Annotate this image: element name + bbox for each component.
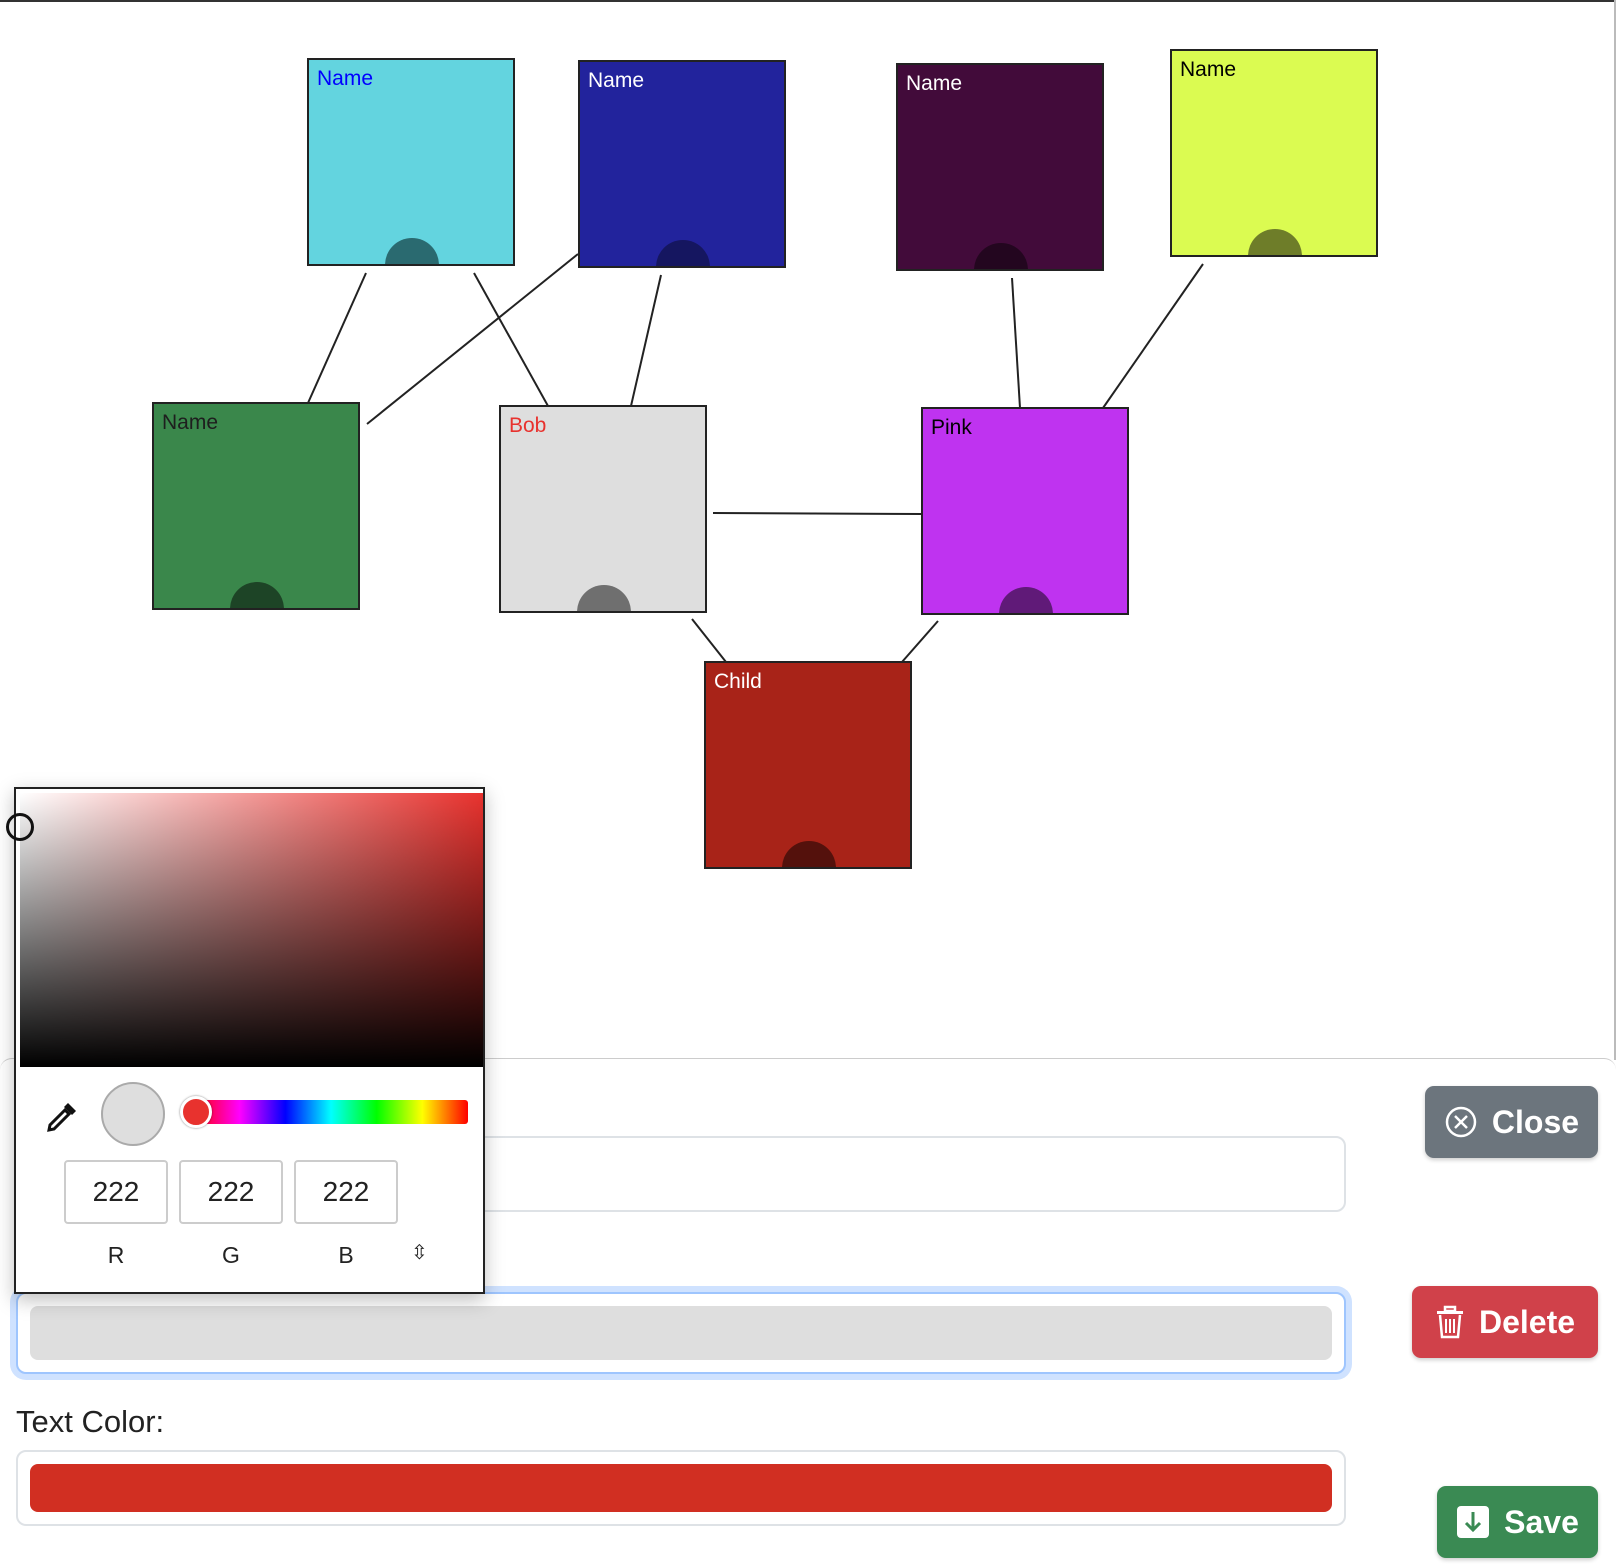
add-child-handle[interactable] bbox=[974, 243, 1028, 269]
link-line bbox=[712, 512, 923, 515]
person-node[interactable]: Name bbox=[1170, 49, 1378, 257]
saturation-cursor[interactable] bbox=[6, 813, 34, 841]
close-button[interactable]: Close bbox=[1425, 1086, 1598, 1158]
person-name: Name bbox=[588, 69, 645, 92]
person-node[interactable]: Pink bbox=[921, 407, 1129, 615]
link-line bbox=[366, 253, 579, 425]
link-line bbox=[1102, 263, 1204, 409]
trash-icon bbox=[1436, 1305, 1463, 1339]
blue-label: B bbox=[338, 1242, 354, 1268]
close-circle-icon bbox=[1445, 1106, 1477, 1138]
green-label: G bbox=[222, 1242, 240, 1268]
red-input[interactable]: 222 bbox=[64, 1160, 168, 1224]
add-child-handle[interactable] bbox=[782, 841, 836, 867]
save-button-label: Save bbox=[1504, 1503, 1579, 1540]
background-color-input[interactable] bbox=[16, 1292, 1346, 1374]
saturation-value-area[interactable] bbox=[6, 793, 483, 1067]
eyedropper-icon[interactable] bbox=[42, 1097, 82, 1137]
link-line bbox=[473, 272, 549, 407]
person-node[interactable]: Bob bbox=[499, 405, 707, 613]
person-name: Name bbox=[906, 72, 963, 95]
delete-button[interactable]: Delete bbox=[1412, 1286, 1598, 1358]
background-color-swatch bbox=[30, 1306, 1332, 1360]
link-line bbox=[1011, 277, 1021, 409]
person-name: Pink bbox=[931, 416, 972, 439]
blue-input[interactable]: 222 bbox=[294, 1160, 398, 1224]
add-child-handle[interactable] bbox=[577, 585, 631, 611]
text-color-input[interactable] bbox=[16, 1450, 1346, 1526]
link-line bbox=[307, 272, 367, 404]
person-name: Bob bbox=[509, 414, 547, 437]
hue-slider-thumb[interactable] bbox=[180, 1096, 212, 1128]
person-name: Name bbox=[162, 411, 219, 434]
delete-button-label: Delete bbox=[1478, 1303, 1576, 1340]
green-input[interactable]: 222 bbox=[179, 1160, 283, 1224]
add-child-handle[interactable] bbox=[999, 587, 1053, 613]
link-line bbox=[901, 620, 939, 663]
add-child-handle[interactable] bbox=[656, 240, 710, 266]
download-icon bbox=[1457, 1506, 1490, 1538]
person-node[interactable]: Name bbox=[307, 58, 515, 266]
person-name: Name bbox=[1180, 58, 1237, 81]
color-picker-popover: 222 222 222 R G B ⇳ bbox=[6, 787, 485, 1294]
save-button[interactable]: Save bbox=[1437, 1486, 1598, 1558]
person-node[interactable]: Child bbox=[704, 661, 912, 869]
person-node[interactable]: Name bbox=[896, 63, 1104, 271]
person-node[interactable]: Name bbox=[578, 60, 786, 268]
red-label: R bbox=[107, 1242, 125, 1268]
add-child-handle[interactable] bbox=[230, 582, 284, 608]
color-preview-swatch bbox=[101, 1082, 165, 1146]
up-down-arrows-icon[interactable]: ⇳ bbox=[411, 1240, 428, 1265]
add-child-handle[interactable] bbox=[385, 238, 439, 264]
person-name: Child bbox=[714, 670, 762, 693]
add-child-handle[interactable] bbox=[1248, 229, 1302, 255]
link-line bbox=[691, 618, 727, 663]
text-color-swatch bbox=[30, 1464, 1332, 1512]
person-name: Name bbox=[317, 67, 374, 90]
text-color-label: Text Color: bbox=[16, 1404, 165, 1439]
person-node[interactable]: Name bbox=[152, 402, 360, 610]
close-button-label: Close bbox=[1491, 1103, 1580, 1140]
link-line bbox=[630, 274, 662, 407]
hue-slider[interactable] bbox=[180, 1096, 468, 1128]
